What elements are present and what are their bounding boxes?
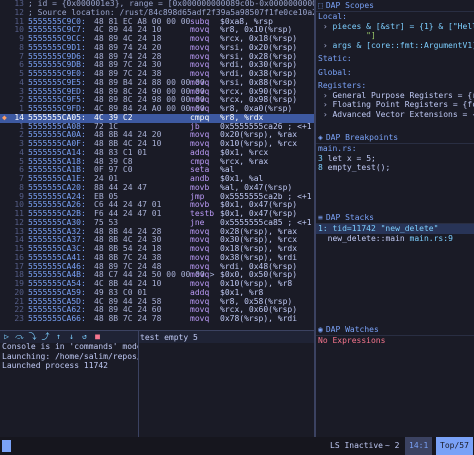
- instruction-operands: %r8, 0x58(%rsp): [220, 296, 293, 306]
- instruction-operands: $0x1, 0x47(%rsp): [220, 200, 298, 210]
- instruction-operands: 0x30(%rsp), %rcx: [220, 235, 298, 245]
- watches-empty: No Expressions: [318, 336, 386, 345]
- stack-thread[interactable]: 1: tid=11742 "new_delete": [316, 224, 474, 234]
- instruction-operands: $0xa8, %rsp: [220, 16, 273, 26]
- scope-var-args[interactable]: › args & [core::fmt::ArgumentV1] = {: [316, 41, 474, 51]
- breakpoint-code: let x = 5;: [327, 153, 376, 163]
- instruction-operands: 0x38(%rsp), %rdi: [220, 252, 298, 262]
- instruction-operands: %rsi, 0x20(%rsp): [220, 42, 298, 52]
- register-group-label: Advanced Vector Extensions = {ym: [332, 109, 474, 119]
- stack-icon: ≡: [318, 213, 323, 222]
- header-text: ; Source location: /rust/84c898d65adf2f3…: [28, 7, 314, 17]
- instruction-operands: 0x5555555ca2b ; <+1: [220, 191, 312, 201]
- instruction-operands: %rdi, 0x38(%rsp): [220, 69, 298, 78]
- instruction-operands: $0x1, %rcx: [220, 147, 269, 157]
- terminal-title: test empty 5: [140, 333, 198, 342]
- stack-frame[interactable]: new_delete::main main.rs:9: [316, 234, 474, 244]
- instruction-operands: %al, 0x47(%rsp): [220, 182, 293, 192]
- ls-status: LS Inactive: [330, 441, 383, 450]
- instruction-operands: 0x78(%rsp), %rdi: [220, 314, 298, 323]
- diagnostic-count: ~ 2: [385, 441, 400, 450]
- breakpoint-line: 3: [318, 153, 323, 163]
- watch-icon: ◉: [318, 325, 323, 334]
- instruction-address: 5555555CA66:: [28, 314, 86, 323]
- instruction-operands: 0x10(%rsp), %r8: [220, 279, 293, 288]
- breakpoint-icon: ◈: [318, 133, 323, 142]
- instruction-operands: 0x20(%rsp), %rax: [220, 130, 298, 140]
- instruction-operands: %rcx, 0x18(%rsp): [220, 34, 298, 43]
- instruction-operands: 0x18(%rsp), %rdx: [220, 244, 298, 253]
- terminal-pane[interactable]: test empty 5: [140, 333, 314, 345]
- status-line: LS Inactive ~ 2 14:1 Top/57: [0, 437, 474, 455]
- instruction-operands: %rdi, 0x48(%rsp): [220, 261, 298, 271]
- instruction-mnemonic: movq: [190, 314, 210, 323]
- instruction-operands: %r8, %rdx: [220, 112, 264, 122]
- scope-var-pieces[interactable]: › pieces & [&str] = {1} & ["Hello,: [316, 22, 474, 32]
- instruction-operands: $0x0, 0x50(%rsp): [220, 270, 298, 280]
- watches-title: ◉ DAP Watches: [316, 324, 474, 336]
- dap-scopes-panel[interactable]: ⬚ DAP Scopes Local: › pieces & [&str] = {…: [316, 0, 474, 132]
- instruction-operands: %al: [220, 165, 235, 175]
- dap-stacks-panel[interactable]: ≡ DAP Stacks 1: tid=11742 "new_delete" ne…: [316, 212, 474, 324]
- breakpoint-file[interactable]: main.rs:: [316, 144, 474, 154]
- stacks-title: ≡ DAP Stacks: [316, 212, 474, 224]
- register-group[interactable]: › General Purpose Registers = {rax:: [316, 91, 474, 101]
- instruction-operands: %rcx, 0x60(%rsp): [220, 305, 298, 315]
- scope-var-pieces-cont: "]: [366, 31, 376, 40]
- breakpoint-item[interactable]: 8 empty_test();: [316, 163, 474, 173]
- instruction-operands: %rcx, 0x98(%rsp): [220, 95, 298, 105]
- disassembly-pane[interactable]: 13; id = {0x000001e3}, range = [0x000000…: [0, 0, 314, 330]
- scopes-title: ⬚ DAP Scopes: [316, 0, 474, 12]
- instruction-operands: %r8, 0xa0(%rsp): [220, 104, 293, 113]
- dap-watches-panel[interactable]: ◉ DAP Watches No Expressions: [316, 324, 474, 437]
- console-split-divider[interactable]: [138, 330, 139, 437]
- console-line: Launched process 11742: [2, 361, 108, 370]
- instruction-operands: 0x5555555ca85 ; <+1: [220, 217, 312, 227]
- dap-console[interactable]: Console is in 'commands' mode, pr Launch…: [0, 342, 138, 437]
- registers-scope-label[interactable]: Registers:: [316, 81, 474, 91]
- instruction-operands: %rdi, 0x30(%rsp): [220, 60, 298, 70]
- local-scope-label[interactable]: Local:: [316, 12, 474, 22]
- register-group-label: Floating Point Registers = {fctrl: [332, 100, 474, 109]
- dap-breakpoints-panel[interactable]: ◈ DAP Breakpoints main.rs: 3 let x = 5; 8 …: [316, 132, 474, 212]
- register-group[interactable]: › Advanced Vector Extensions = {ym: [316, 110, 474, 120]
- instruction-operands: %rsi, 0x88(%rsp): [220, 77, 298, 87]
- static-scope-label[interactable]: Static:: [316, 54, 474, 64]
- instruction-operands: %rsi, 0x28(%rsp): [220, 51, 298, 61]
- mode-indicator: [2, 440, 11, 452]
- instruction-operands: $0x1, %al: [220, 174, 264, 183]
- scopes-icon: ⬚: [318, 1, 323, 10]
- scroll-position: Top/57: [436, 437, 473, 455]
- console-line: Launching: /home/salim/repos/rust: [2, 351, 138, 361]
- global-scope-label[interactable]: Global:: [316, 68, 474, 78]
- breakpoint-code: empty_test();: [327, 163, 391, 172]
- disasm-line[interactable]: 23 5555555CA66: 48 8B 7C 24 78 movq 0x78(%rs…: [0, 314, 314, 324]
- instruction-operands: 0x10(%rsp), %rcx: [220, 139, 298, 148]
- instruction-operands: $0x1, %r8: [220, 287, 264, 297]
- line-number: 23: [14, 314, 24, 323]
- breakpoint-line: 8: [318, 163, 323, 172]
- cursor-position: 14:1: [405, 437, 433, 455]
- console-line: Console is in 'commands' mode, pr: [2, 342, 138, 351]
- register-group-label: General Purpose Registers = {rax:: [332, 90, 474, 100]
- instruction-operands: 0x5555555ca26 ; <+1: [220, 121, 312, 131]
- current-line-marker-icon: ◆: [2, 112, 7, 122]
- instruction-bytes: 48 8B 7C 24 78: [94, 314, 162, 323]
- breakpoints-title: ◈ DAP Breakpoints: [316, 132, 474, 144]
- instruction-operands: $0x1, 0x47(%rsp): [220, 209, 298, 218]
- instruction-operands: %rcx, %rax: [220, 156, 269, 166]
- breakpoint-item[interactable]: 3 let x = 5;: [316, 154, 474, 164]
- instruction-operands: %rcx, 0x90(%rsp): [220, 86, 298, 96]
- register-group[interactable]: › Floating Point Registers = {fctrl: [316, 100, 474, 110]
- instruction-operands: %r8, 0x10(%rsp): [220, 25, 293, 35]
- instruction-operands: 0x28(%rsp), %rax: [220, 226, 298, 236]
